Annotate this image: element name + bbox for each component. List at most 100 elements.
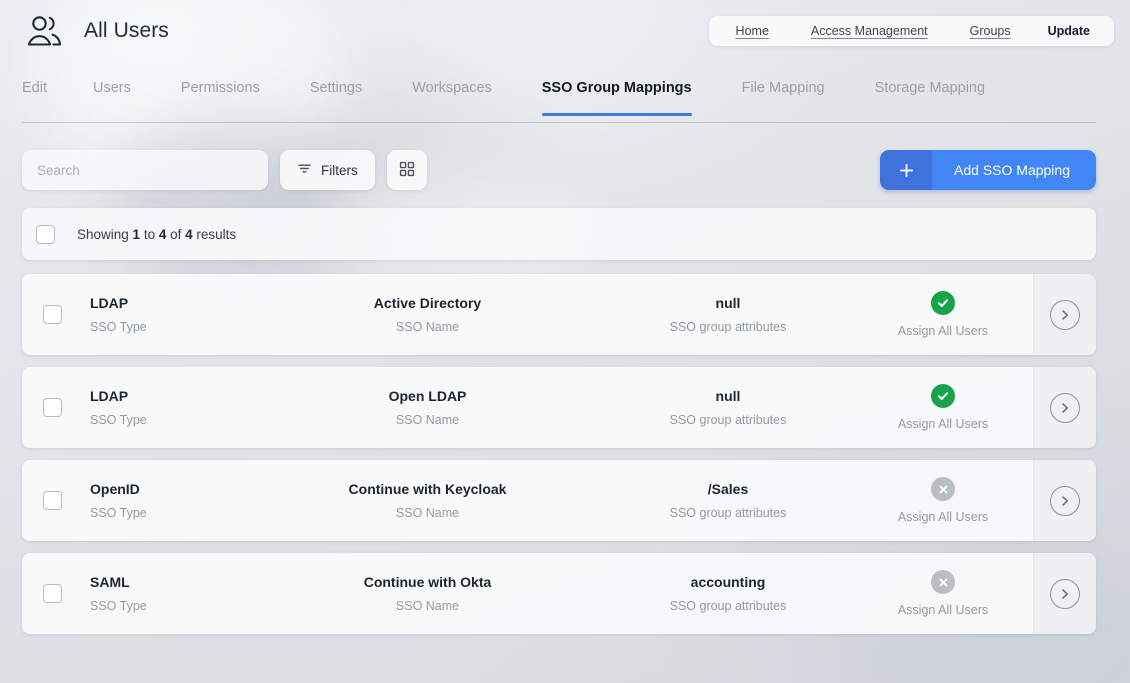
cell-sso-group-attributes: accounting SSO group attributes xyxy=(603,553,853,634)
cell-sso-type: LDAP SSO Type xyxy=(82,274,252,355)
row-open-button[interactable] xyxy=(1033,553,1096,634)
cell-sso-name: Active Directory SSO Name xyxy=(252,274,603,355)
sso-type-label: SSO Type xyxy=(90,320,147,334)
cell-sso-name: Continue with Okta SSO Name xyxy=(252,553,603,634)
cell-sso-type: OpenID SSO Type xyxy=(82,460,252,541)
add-sso-mapping-button[interactable]: Add SSO Mapping xyxy=(880,150,1096,190)
check-circle-icon xyxy=(931,291,955,315)
tab-list: Edit Users Permissions Settings Workspac… xyxy=(22,74,1096,118)
cell-assign-all-users: Assign All Users xyxy=(853,460,1033,541)
tab-file-mapping[interactable]: File Mapping xyxy=(742,74,851,110)
filter-icon xyxy=(297,161,312,179)
cell-sso-group-attributes: null SSO group attributes xyxy=(603,367,853,448)
cell-assign-all-users: Assign All Users xyxy=(853,553,1033,634)
sso-name-label: SSO Name xyxy=(396,506,459,520)
results-count-text: Showing 1 to 4 of 4 results xyxy=(77,227,236,242)
tab-edit[interactable]: Edit xyxy=(22,74,69,110)
sso-attributes-label: SSO group attributes xyxy=(670,599,787,613)
sso-name-value: Continue with Keycloak xyxy=(349,481,507,497)
sso-type-value: LDAP xyxy=(90,295,128,311)
breadcrumb-item-update: Update xyxy=(1032,24,1108,38)
sso-attributes-label: SSO group attributes xyxy=(670,413,787,427)
sso-type-value: LDAP xyxy=(90,388,128,404)
tab-settings[interactable]: Settings xyxy=(310,74,388,110)
tab-workspaces[interactable]: Workspaces xyxy=(412,74,518,110)
search-input[interactable] xyxy=(22,150,268,190)
chevron-right-icon xyxy=(1050,579,1080,609)
row-select-checkbox[interactable] xyxy=(43,491,62,510)
sso-type-label: SSO Type xyxy=(90,413,147,427)
cell-sso-type: SAML SSO Type xyxy=(82,553,252,634)
table-row[interactable]: LDAP SSO Type Active Directory SSO Name … xyxy=(22,274,1096,355)
cell-sso-type: LDAP SSO Type xyxy=(82,367,252,448)
sso-mapping-list: LDAP SSO Type Active Directory SSO Name … xyxy=(22,274,1096,634)
x-circle-icon xyxy=(931,570,955,594)
brand: All Users xyxy=(22,11,169,51)
results-suffix: results xyxy=(193,227,237,242)
toolbar: Filters Add SSO Mapping xyxy=(0,128,1130,190)
sso-type-label: SSO Type xyxy=(90,506,147,520)
row-open-button[interactable] xyxy=(1033,460,1096,541)
breadcrumb: Home Access Management Groups Update xyxy=(709,16,1114,46)
select-all-checkbox[interactable] xyxy=(36,225,55,244)
add-sso-mapping-label: Add SSO Mapping xyxy=(932,150,1096,190)
row-checkbox-cell xyxy=(22,460,82,541)
table-row[interactable]: SAML SSO Type Continue with Okta SSO Nam… xyxy=(22,553,1096,634)
cell-sso-group-attributes: null SSO group attributes xyxy=(603,274,853,355)
sso-name-label: SSO Name xyxy=(396,599,459,613)
sso-name-value: Continue with Okta xyxy=(364,574,492,590)
cell-assign-all-users: Assign All Users xyxy=(853,274,1033,355)
results-bar: Showing 1 to 4 of 4 results xyxy=(22,208,1096,260)
row-checkbox-cell xyxy=(22,274,82,355)
plus-icon xyxy=(880,150,932,190)
users-icon xyxy=(22,11,68,51)
sso-attributes-value: null xyxy=(716,388,741,404)
assign-all-users-label: Assign All Users xyxy=(898,603,988,617)
tab-bar: Edit Users Permissions Settings Workspac… xyxy=(0,74,1096,128)
results-mid-1: to xyxy=(140,227,159,242)
tab-divider xyxy=(22,122,1096,123)
filters-label: Filters xyxy=(321,163,358,178)
tab-storage-mapping[interactable]: Storage Mapping xyxy=(875,74,1011,110)
breadcrumb-item-access-management[interactable]: Access Management xyxy=(790,24,949,38)
row-select-checkbox[interactable] xyxy=(43,584,62,603)
breadcrumb-item-groups[interactable]: Groups xyxy=(949,24,1032,38)
row-select-checkbox[interactable] xyxy=(43,398,62,417)
sso-type-value: SAML xyxy=(90,574,130,590)
sso-name-value: Active Directory xyxy=(374,295,481,311)
grid-view-button[interactable] xyxy=(387,150,427,190)
sso-type-value: OpenID xyxy=(90,481,140,497)
page-title: All Users xyxy=(84,19,169,43)
breadcrumb-item-home[interactable]: Home xyxy=(715,24,790,38)
sso-name-value: Open LDAP xyxy=(389,388,467,404)
row-select-checkbox[interactable] xyxy=(43,305,62,324)
sso-attributes-value: accounting xyxy=(691,574,766,590)
row-checkbox-cell xyxy=(22,367,82,448)
sso-attributes-label: SSO group attributes xyxy=(670,320,787,334)
page-root: All Users Home Access Management Groups … xyxy=(0,0,1130,683)
row-checkbox-cell xyxy=(22,553,82,634)
tab-users[interactable]: Users xyxy=(93,74,157,110)
assign-all-users-label: Assign All Users xyxy=(898,510,988,524)
filters-button[interactable]: Filters xyxy=(280,150,375,190)
cell-assign-all-users: Assign All Users xyxy=(853,367,1033,448)
chevron-right-icon xyxy=(1050,393,1080,423)
cell-sso-name: Continue with Keycloak SSO Name xyxy=(252,460,603,541)
results-from: 1 xyxy=(133,227,141,242)
x-circle-icon xyxy=(931,477,955,501)
table-row[interactable]: OpenID SSO Type Continue with Keycloak S… xyxy=(22,460,1096,541)
table-row[interactable]: LDAP SSO Type Open LDAP SSO Name null SS… xyxy=(22,367,1096,448)
tab-sso-group-mappings[interactable]: SSO Group Mappings xyxy=(542,74,718,110)
sso-attributes-label: SSO group attributes xyxy=(670,506,787,520)
row-open-button[interactable] xyxy=(1033,274,1096,355)
cell-sso-group-attributes: /Sales SSO group attributes xyxy=(603,460,853,541)
results-total: 4 xyxy=(185,227,193,242)
sso-attributes-value: /Sales xyxy=(708,481,748,497)
cell-sso-name: Open LDAP SSO Name xyxy=(252,367,603,448)
chevron-right-icon xyxy=(1050,300,1080,330)
tab-permissions[interactable]: Permissions xyxy=(181,74,286,110)
sso-name-label: SSO Name xyxy=(396,413,459,427)
row-open-button[interactable] xyxy=(1033,367,1096,448)
check-circle-icon xyxy=(931,384,955,408)
page-header: All Users Home Access Management Groups … xyxy=(0,0,1130,62)
